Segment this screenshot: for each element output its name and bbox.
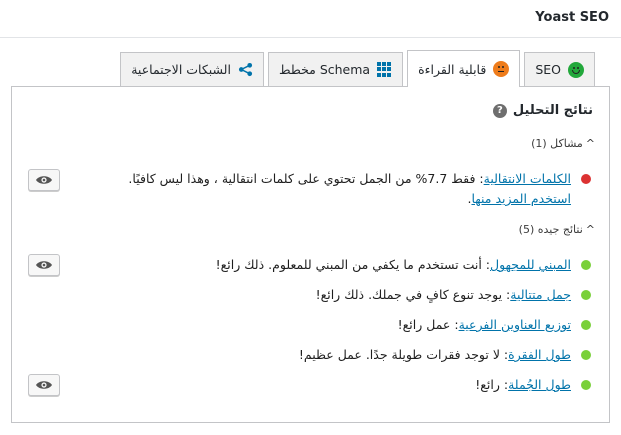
result-text: توزيع العناوين الفرعية: عمل رائع! — [397, 317, 571, 332]
chevron-up-icon: ^ — [585, 223, 595, 236]
tab-readability-label: قابلية القراءة — [418, 61, 487, 77]
tab-social[interactable]: الشبكات الاجتماعية — [120, 52, 264, 86]
problems-label: مشاكل (1) — [531, 137, 583, 150]
result-link[interactable]: طول الجُملة — [508, 377, 571, 392]
good-bullet-icon — [581, 320, 591, 330]
good-bullet-icon — [581, 350, 591, 360]
tab-bar: SEO قابلية القراءة مخطط Schema الشبكات ا… — [120, 50, 595, 87]
result-item-good: توزيع العناوين الفرعية: عمل رائع! — [112, 315, 591, 335]
tab-schema-label: مخطط Schema — [278, 62, 371, 77]
highlight-eye-button[interactable] — [28, 169, 60, 191]
analysis-results-heading: نتائج التحليل ? — [492, 103, 593, 118]
result-item-good: جمل متتالية: يوجد تنوع كافٍ في جملك. ذلك… — [112, 285, 591, 305]
result-text: طول الجُملة: رائع! — [475, 377, 571, 392]
analysis-results-title: نتائج التحليل — [512, 103, 593, 118]
panel-header: Yoast SEO — [0, 0, 621, 38]
chevron-up-icon: ^ — [585, 137, 595, 150]
smiley-ok-icon — [493, 61, 510, 77]
good-results-label: نتائج جيده (5) — [518, 223, 583, 236]
tab-readability[interactable]: قابلية القراءة — [407, 50, 521, 87]
result-text: طول الفقرة: لا توجد فقرات طويلة جدًا. عم… — [298, 347, 571, 362]
smiley-good-icon — [568, 61, 584, 78]
result-item-good: طول الفقرة: لا توجد فقرات طويلة جدًا. عم… — [112, 345, 591, 365]
result-link[interactable]: طول الفقرة — [508, 347, 571, 362]
tab-seo-label: SEO — [535, 62, 561, 77]
result-text: جمل متتالية: يوجد تنوع كافٍ في جملك. ذلك… — [315, 287, 571, 302]
tab-social-label: الشبكات الاجتماعية — [131, 62, 231, 77]
result-more-link[interactable]: استخدم المزيد منها — [471, 191, 571, 206]
result-text: الكلمات الانتقالية: فقط 7.7% من الجمل تح… — [128, 171, 571, 206]
highlight-eye-button[interactable] — [28, 374, 60, 396]
highlight-eye-button[interactable] — [28, 254, 60, 276]
result-text: المبني للمجهول: أنت تستخدم ما يكفي من ال… — [215, 257, 571, 272]
result-link[interactable]: المبني للمجهول — [490, 257, 571, 272]
result-item-good: طول الجُملة: رائع! — [112, 375, 591, 395]
result-link[interactable]: جمل متتالية — [510, 287, 571, 302]
good-bullet-icon — [581, 260, 591, 270]
tab-schema[interactable]: مخطط Schema — [267, 52, 404, 86]
good-bullet-icon — [581, 290, 591, 300]
readability-panel: نتائج التحليل ? ^ مشاكل (1) الكلمات الان… — [11, 86, 610, 423]
result-item-problem: الكلمات الانتقالية: فقط 7.7% من الجمل تح… — [112, 169, 591, 209]
result-item-good: المبني للمجهول: أنت تستخدم ما يكفي من ال… — [112, 255, 591, 275]
problem-bullet-icon — [581, 174, 591, 184]
result-link[interactable]: الكلمات الانتقالية — [484, 171, 571, 186]
grid-icon — [377, 62, 392, 77]
good-bullet-icon — [581, 380, 591, 390]
help-icon[interactable]: ? — [492, 103, 507, 118]
problems-toggle[interactable]: ^ مشاكل (1) — [531, 137, 595, 150]
panel-title: Yoast SEO — [535, 10, 609, 25]
eye-icon — [36, 381, 52, 389]
share-icon — [238, 62, 253, 77]
eye-icon — [36, 176, 52, 184]
result-link[interactable]: توزيع العناوين الفرعية — [459, 317, 571, 332]
tab-seo[interactable]: SEO — [524, 52, 595, 86]
good-results-toggle[interactable]: ^ نتائج جيده (5) — [519, 223, 595, 236]
eye-icon — [36, 261, 52, 269]
